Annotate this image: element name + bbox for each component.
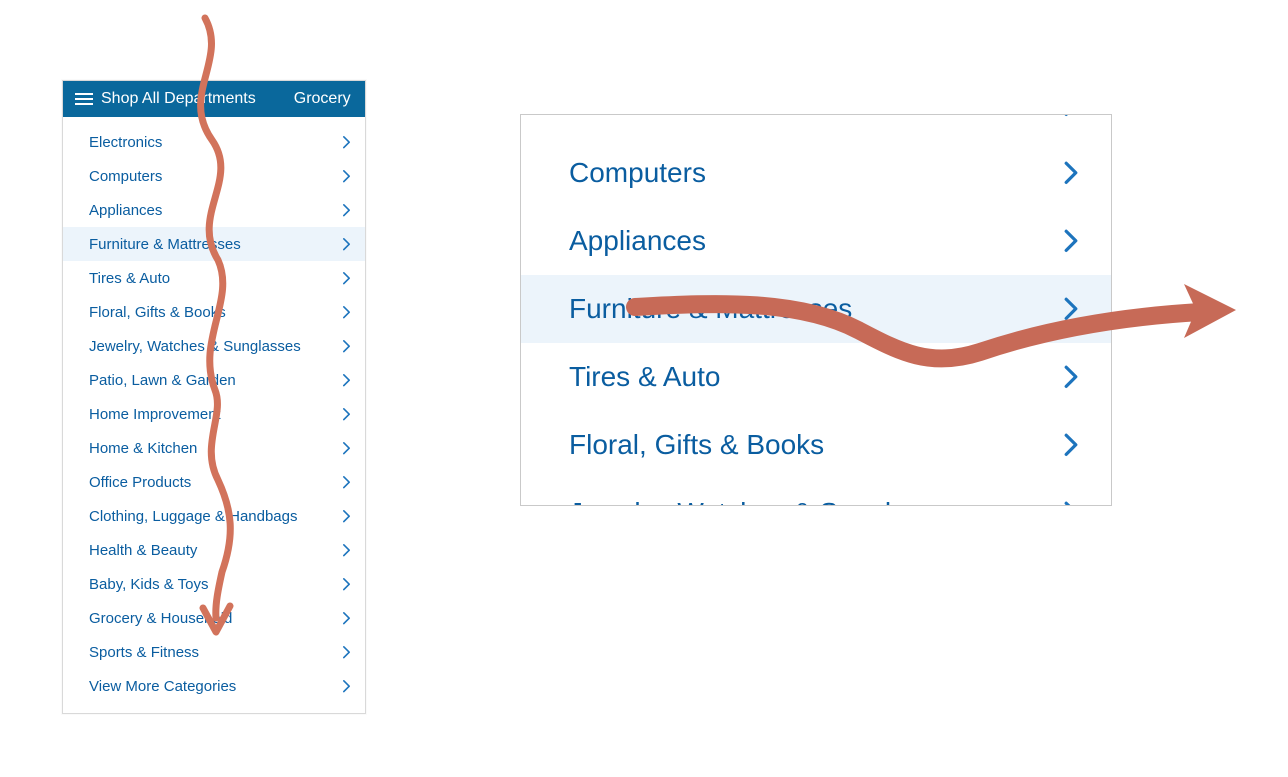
chevron-right-icon — [342, 407, 351, 421]
department-item[interactable]: Floral, Gifts & Books — [63, 295, 365, 329]
departments-menu-title: Shop All Departments — [101, 90, 256, 108]
departments-menu-header[interactable]: Shop All Departments Grocery — [63, 81, 365, 117]
chevron-right-icon — [342, 441, 351, 455]
department-item-label: Computers — [89, 168, 162, 185]
department-item[interactable]: View More Categories — [63, 669, 365, 703]
department-item-zoom[interactable]: Appliances — [521, 207, 1111, 275]
header-secondary-link[interactable]: Grocery — [294, 90, 351, 108]
department-item-zoom[interactable]: Electronics — [521, 114, 1111, 139]
department-item[interactable]: Grocery & Household — [63, 601, 365, 635]
chevron-right-icon — [342, 645, 351, 659]
department-item-label: Jewelry, Watches & Sunglasses — [89, 338, 301, 355]
department-item-label: Furniture & Mattresses — [89, 236, 241, 253]
department-item-label: Home Improvement — [89, 406, 221, 423]
department-item-label: Appliances — [89, 202, 162, 219]
department-item[interactable]: Baby, Kids & Toys — [63, 567, 365, 601]
chevron-right-icon — [342, 169, 351, 183]
chevron-right-icon — [342, 271, 351, 285]
department-item-label: Health & Beauty — [89, 542, 197, 559]
department-item-label: Tires & Auto — [569, 361, 720, 393]
chevron-right-icon — [342, 339, 351, 353]
chevron-right-icon — [1063, 228, 1079, 254]
department-item-zoom[interactable]: Furniture & Mattresses — [521, 275, 1111, 343]
chevron-right-icon — [342, 679, 351, 693]
departments-list-zoom: Electronics Computers Appliances Furniture … — [521, 114, 1111, 506]
hamburger-icon — [75, 92, 93, 106]
department-item-label: Electronics — [89, 134, 162, 151]
department-item-zoom[interactable]: Jewelry, Watches & Sunglasses — [521, 479, 1111, 506]
chevron-right-icon — [342, 509, 351, 523]
departments-menu: Shop All Departments Grocery Electronics… — [62, 80, 366, 714]
chevron-right-icon — [342, 543, 351, 557]
department-item-label: Clothing, Luggage & Handbags — [89, 508, 298, 525]
chevron-right-icon — [1063, 114, 1079, 118]
department-item-label: Sports & Fitness — [89, 644, 199, 661]
department-item-label: Floral, Gifts & Books — [89, 304, 226, 321]
chevron-right-icon — [1063, 500, 1079, 506]
department-item-zoom[interactable]: Floral, Gifts & Books — [521, 411, 1111, 479]
department-item-label: Office Products — [89, 474, 191, 491]
department-item-label: Computers — [569, 157, 706, 189]
department-item[interactable]: Clothing, Luggage & Handbags — [63, 499, 365, 533]
department-item-zoom[interactable]: Computers — [521, 139, 1111, 207]
chevron-right-icon — [342, 475, 351, 489]
department-item[interactable]: Office Products — [63, 465, 365, 499]
department-item[interactable]: Home Improvement — [63, 397, 365, 431]
department-item-label: Baby, Kids & Toys — [89, 576, 209, 593]
chevron-right-icon — [342, 203, 351, 217]
chevron-right-icon — [342, 611, 351, 625]
department-item-label: Jewelry, Watches & Sunglasses — [569, 497, 964, 506]
department-item-label: Grocery & Household — [89, 610, 232, 627]
department-item-zoom[interactable]: Tires & Auto — [521, 343, 1111, 411]
chevron-right-icon — [1063, 296, 1079, 322]
chevron-right-icon — [342, 305, 351, 319]
department-item[interactable]: Furniture & Mattresses — [63, 227, 365, 261]
chevron-right-icon — [342, 577, 351, 591]
department-item[interactable]: Patio, Lawn & Garden — [63, 363, 365, 397]
department-item-label: Tires & Auto — [89, 270, 170, 287]
chevron-right-icon — [1063, 364, 1079, 390]
chevron-right-icon — [342, 373, 351, 387]
department-item-label: Electronics — [569, 114, 706, 121]
department-item-label: View More Categories — [89, 678, 236, 695]
department-item-label: Appliances — [569, 225, 706, 257]
department-item[interactable]: Tires & Auto — [63, 261, 365, 295]
departments-menu-zoom: Electronics Computers Appliances Furniture … — [520, 114, 1112, 506]
departments-list: Electronics Computers Appliances Furniture … — [63, 117, 365, 713]
department-item[interactable]: Appliances — [63, 193, 365, 227]
department-item-label: Home & Kitchen — [89, 440, 197, 457]
department-item[interactable]: Jewelry, Watches & Sunglasses — [63, 329, 365, 363]
department-item[interactable]: Electronics — [63, 125, 365, 159]
department-item-label: Patio, Lawn & Garden — [89, 372, 236, 389]
department-item[interactable]: Health & Beauty — [63, 533, 365, 567]
department-item[interactable]: Sports & Fitness — [63, 635, 365, 669]
chevron-right-icon — [1063, 432, 1079, 458]
chevron-right-icon — [342, 237, 351, 251]
chevron-right-icon — [1063, 160, 1079, 186]
department-item[interactable]: Home & Kitchen — [63, 431, 365, 465]
department-item-label: Floral, Gifts & Books — [569, 429, 824, 461]
chevron-right-icon — [342, 135, 351, 149]
department-item-label: Furniture & Mattresses — [569, 293, 852, 325]
department-item[interactable]: Computers — [63, 159, 365, 193]
annotation-arrow-horizontal-head — [1184, 284, 1236, 338]
